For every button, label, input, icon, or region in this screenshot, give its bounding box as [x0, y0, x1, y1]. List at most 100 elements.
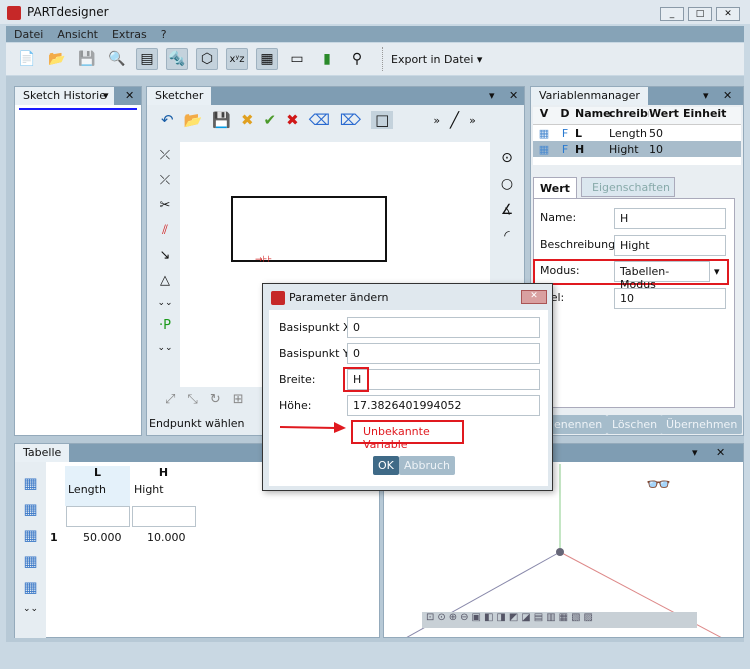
beschreibung-label: Beschreibung:: [540, 238, 619, 251]
table-icon[interactable]: ▦: [256, 48, 278, 70]
column-header-l[interactable]: L Length: [65, 466, 130, 506]
panel-close-icon[interactable]: ✕: [509, 89, 518, 102]
eraser-icon[interactable]: ⌫: [309, 111, 330, 129]
filter-input-l[interactable]: [66, 506, 130, 527]
close-button[interactable]: ✕: [716, 7, 740, 21]
constraint-icon[interactable]: ⤫: [160, 173, 170, 188]
traffic-light-icon[interactable]: ▮: [316, 48, 338, 70]
sketch-rectangle[interactable]: [231, 196, 387, 262]
fillet-icon[interactable]: ↘: [160, 248, 171, 263]
tab-sketcher[interactable]: Sketcher: [147, 87, 212, 105]
sketcher-status: Endpunkt wählen: [149, 417, 245, 430]
table-cell[interactable]: 50.000: [83, 531, 122, 544]
export-table-icon[interactable]: ▦: [23, 578, 37, 596]
chamfer-icon[interactable]: △: [160, 273, 170, 288]
column-header-h[interactable]: H Hight: [131, 466, 196, 506]
abbruch-button[interactable]: Abbruch: [399, 456, 456, 475]
save-icon[interactable]: 💾: [76, 48, 98, 70]
breite-input[interactable]: H: [347, 369, 540, 390]
offset-icon[interactable]: ⫽: [162, 223, 168, 238]
table-row-selected[interactable]: ▦ F H Hight 10: [533, 141, 741, 157]
table-row[interactable]: ▦ F L Length 50: [533, 125, 741, 141]
menu-datei[interactable]: Datei: [14, 28, 43, 41]
hoehe-label: Höhe:: [279, 399, 312, 412]
save-icon[interactable]: 💾: [212, 111, 231, 129]
new-file-icon[interactable]: 📄: [16, 48, 38, 70]
basispunkt-x-input[interactable]: 0: [347, 317, 540, 338]
more-icon[interactable]: »: [433, 114, 440, 127]
bolt-icon[interactable]: 🔩: [166, 48, 188, 70]
panel-close-icon[interactable]: ✕: [125, 89, 134, 102]
arc-icon[interactable]: ◜: [504, 228, 509, 244]
expand-icon[interactable]: ⌄⌄: [23, 604, 38, 614]
rotate-icon[interactable]: ↻: [210, 392, 221, 407]
filter-input-h[interactable]: [132, 506, 196, 527]
panel-menu-icon[interactable]: ▾: [103, 89, 109, 102]
circle-icon[interactable]: ○: [501, 176, 513, 192]
tab-eigenschaften[interactable]: Eigenschaften: [581, 177, 675, 197]
table-cell[interactable]: 10.000: [147, 531, 186, 544]
variable-type-icon: ▦: [538, 126, 550, 140]
tab-wert[interactable]: Wert: [533, 177, 577, 199]
highlight-box: [343, 367, 369, 392]
menu-ansicht[interactable]: Ansicht: [57, 28, 98, 41]
expand-icon[interactable]: ⌄⌄: [157, 298, 172, 308]
umbenennen-button[interactable]: enennen: [549, 415, 608, 434]
modus-label: Modus:: [540, 264, 580, 277]
3d-glasses-icon[interactable]: 👓: [646, 472, 671, 496]
menu-bar: Datei Ansicht Extras ?: [6, 26, 744, 42]
name-input[interactable]: H: [614, 208, 726, 229]
line-tool-icon[interactable]: ╱: [450, 111, 459, 129]
chevron-down-icon[interactable]: ▾: [714, 265, 720, 278]
menu-help[interactable]: ?: [161, 28, 167, 41]
panel-close-icon[interactable]: ✕: [723, 89, 732, 102]
menu-extras[interactable]: Extras: [112, 28, 147, 41]
panel-menu-icon[interactable]: ▾: [489, 89, 495, 102]
formel-input[interactable]: 10: [614, 288, 726, 309]
dialog-close-button[interactable]: ✕: [521, 290, 547, 304]
move-icon[interactable]: ⤢: [165, 392, 175, 407]
more-icon[interactable]: »: [469, 114, 476, 127]
trim-icon[interactable]: ✂: [160, 198, 171, 213]
shape-icon[interactable]: ⬡: [196, 48, 218, 70]
tab-tabelle[interactable]: Tabelle: [15, 444, 70, 462]
move-x-icon[interactable]: ⤡: [187, 392, 197, 407]
view-toolbar[interactable]: ⊡⊙⊕⊖▣◧◨◩◪▤▥▦▧▨: [422, 612, 697, 628]
eraser-c-icon[interactable]: ⌦: [340, 111, 361, 129]
loeschen-button[interactable]: Löschen: [607, 415, 663, 434]
add-row-icon[interactable]: ▦: [23, 474, 37, 492]
panel-menu-icon[interactable]: ▾: [703, 89, 709, 102]
beschreibung-input[interactable]: Hight: [614, 235, 726, 256]
expand-icon[interactable]: ⌄⌄: [157, 343, 172, 353]
move-up-icon[interactable]: ▦: [23, 526, 37, 544]
xyz-icon[interactable]: xʸz: [226, 48, 248, 70]
accept-icon[interactable]: ✔: [264, 111, 277, 129]
move-down-icon[interactable]: ▦: [23, 552, 37, 570]
maximize-button[interactable]: □: [688, 7, 712, 21]
uebernehmen-button[interactable]: Übernehmen: [661, 415, 743, 434]
constraint-icon[interactable]: ⤫: [160, 148, 170, 163]
glasses-db-icon[interactable]: ⚲: [346, 48, 368, 70]
undo-icon[interactable]: ↶: [161, 111, 174, 129]
hoehe-input[interactable]: 17.3826401994052: [347, 395, 540, 416]
export-dropdown[interactable]: Export in Datei ▾: [391, 53, 482, 66]
sketch-history-icon[interactable]: ▤: [136, 48, 158, 70]
grid-icon[interactable]: ⊞: [233, 392, 244, 407]
rectangle-tool-icon[interactable]: □: [371, 111, 394, 129]
tab-sketch-historie[interactable]: Sketch Historie: [15, 87, 115, 105]
delete-icon[interactable]: ✖: [286, 111, 299, 129]
point-icon[interactable]: ·P: [159, 318, 171, 333]
modus-select[interactable]: Tabellen-Modus: [614, 261, 710, 291]
basispunkt-y-input[interactable]: 0: [347, 343, 540, 364]
angle-icon[interactable]: ∡: [501, 202, 514, 218]
magnifier-icon[interactable]: 🔍: [106, 48, 128, 70]
minimize-button[interactable]: _: [660, 7, 684, 21]
ok-button[interactable]: OK: [373, 456, 399, 475]
cancel-x-icon[interactable]: ✖: [241, 111, 254, 129]
circle-center-icon[interactable]: ⊙: [501, 150, 513, 166]
open-icon[interactable]: 📂: [184, 111, 203, 129]
remove-row-icon[interactable]: ▦: [23, 500, 37, 518]
variable-icon[interactable]: ▭: [286, 48, 308, 70]
open-folder-icon[interactable]: 📂: [46, 48, 68, 70]
tab-variablenmanager[interactable]: Variablenmanager: [531, 87, 648, 105]
